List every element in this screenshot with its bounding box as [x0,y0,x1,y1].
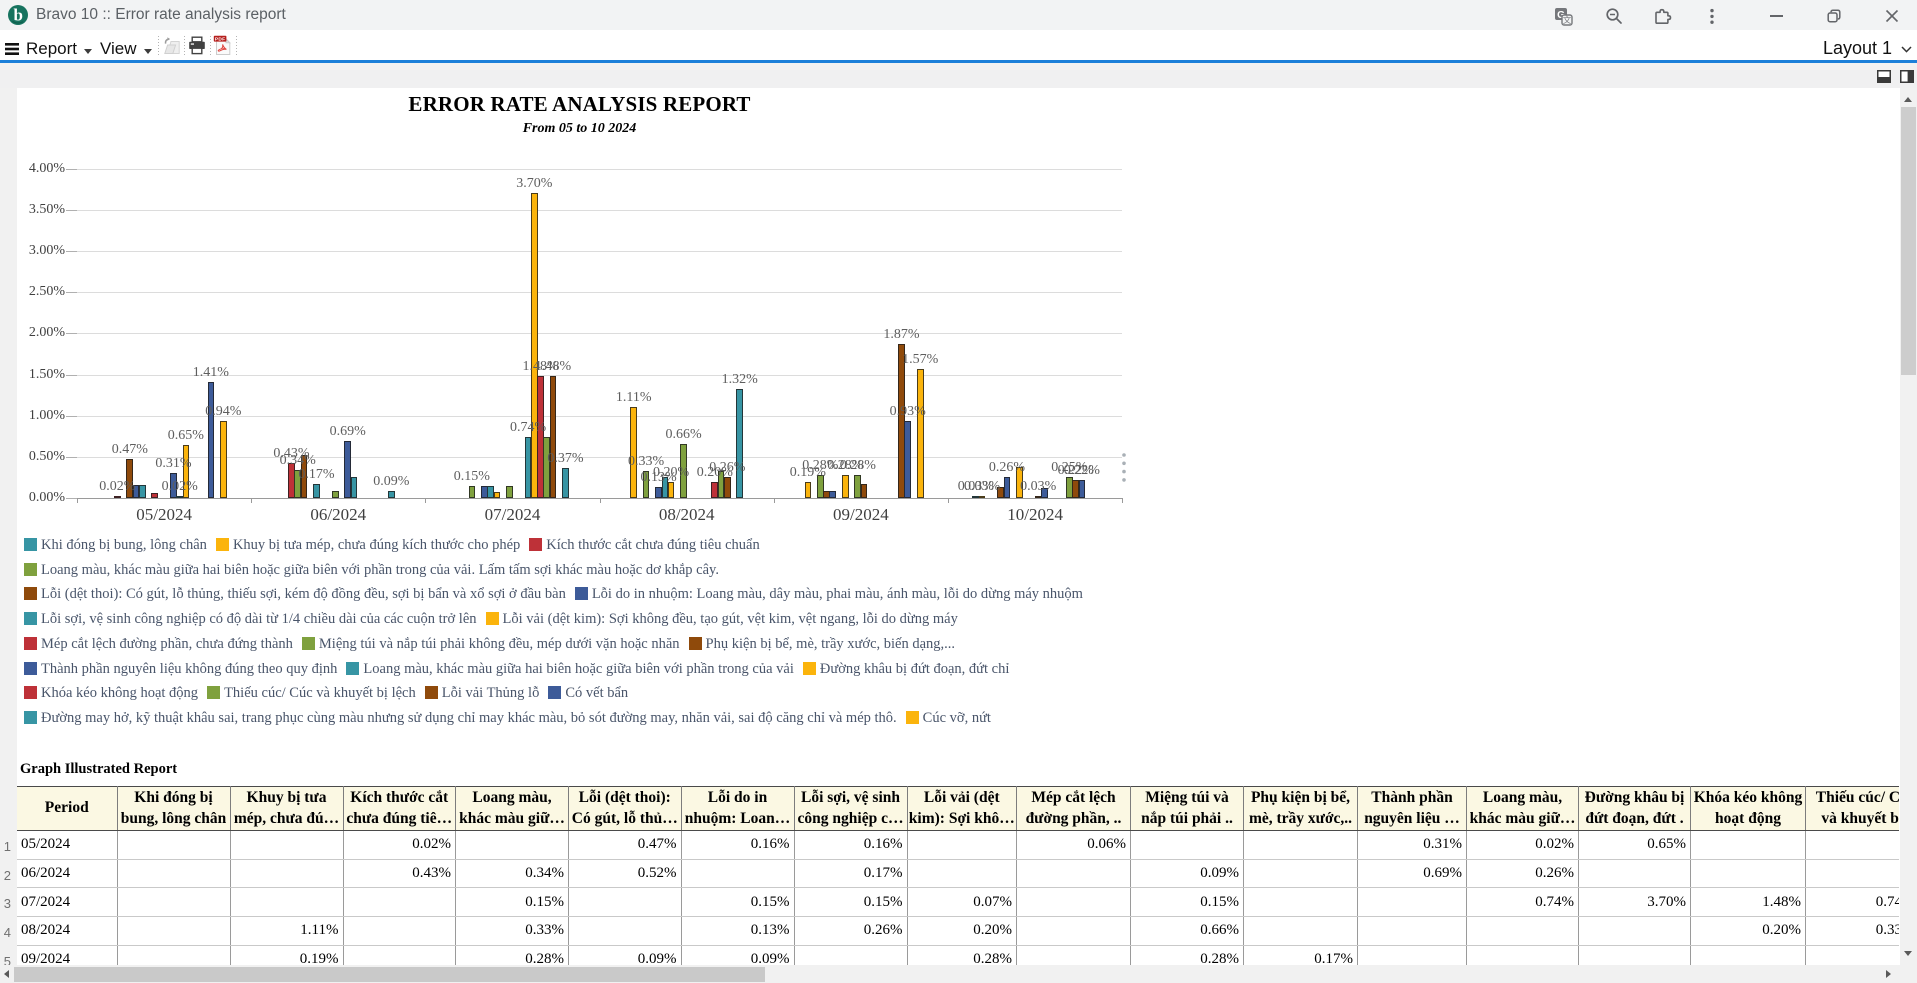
svg-text:PDF: PDF [215,36,226,42]
svg-text:文: 文 [1563,15,1572,25]
svg-text:b: b [13,6,22,25]
